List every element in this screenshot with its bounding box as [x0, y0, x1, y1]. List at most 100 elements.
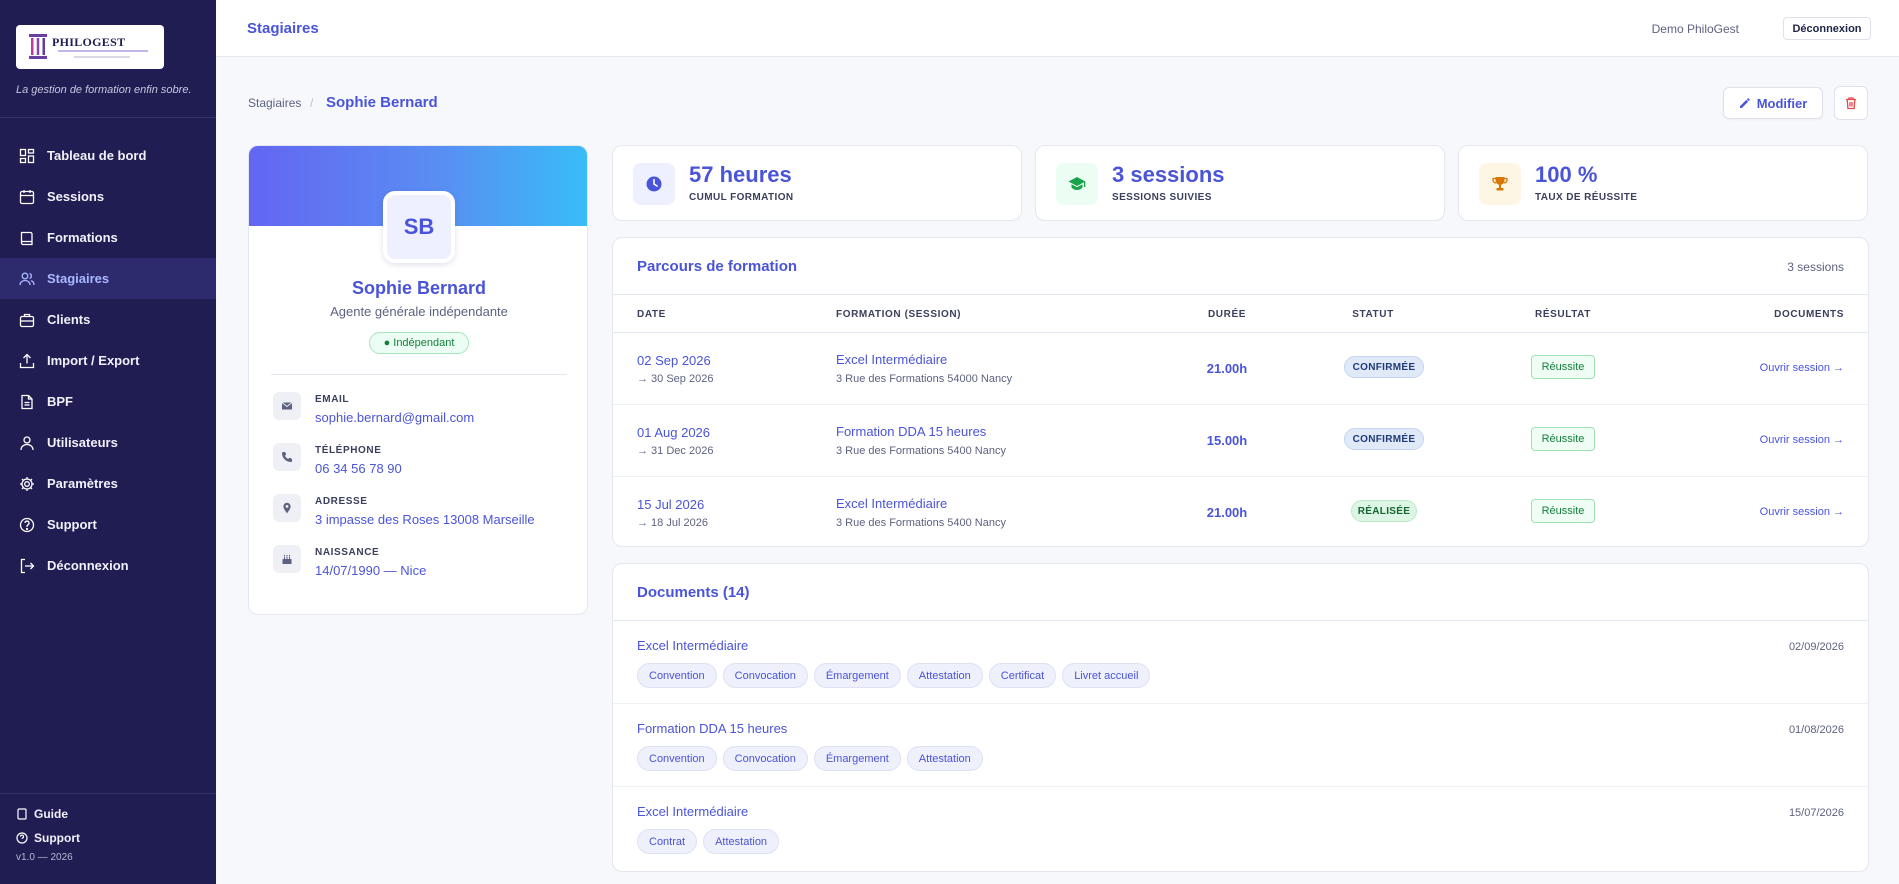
formation-address: 3 Rue des Formations 5400 Nancy	[836, 445, 1006, 457]
table-row: 02 Sep 2026 → 30 Sep 2026 Excel Interméd…	[613, 333, 1868, 405]
trophy-icon	[1479, 163, 1521, 205]
document-chip[interactable]: Contrat	[637, 829, 698, 854]
session-end-date: → 31 Dec 2026	[637, 445, 714, 457]
session-duration: 15.00h	[1206, 433, 1248, 448]
session-start-date: 15 Jul 2026	[637, 497, 705, 512]
pillar-logo-icon	[29, 34, 47, 59]
document-chip[interactable]: Attestation	[703, 829, 780, 854]
result-badge: Réussite	[1531, 499, 1595, 523]
guide-link[interactable]: Guide	[0, 802, 216, 826]
session-end-date: → 30 Sep 2026	[637, 373, 714, 385]
status-badge: ● Indépendant	[369, 332, 469, 354]
gear-icon	[20, 476, 34, 491]
sidebar-item-label: Paramètres	[47, 476, 118, 491]
book-icon	[17, 808, 27, 820]
stat-label: CUMUL FORMATION	[689, 192, 794, 203]
document-group: Excel Intermédiaire 15/07/2026 Contrat A…	[613, 787, 1868, 870]
document-chip[interactable]: Émargement	[813, 663, 901, 688]
formation-address: 3 Rue des Formations 5400 Nancy	[836, 517, 1006, 529]
logout-button[interactable]: Déconnexion	[1783, 17, 1871, 40]
sidebar: PHILOGEST La gestion de formation enfin …	[0, 0, 216, 884]
card-header: Documents (14)	[613, 564, 1868, 621]
profile-name: Sophie Bernard	[351, 278, 487, 298]
logo-subline-2	[74, 56, 130, 58]
book-icon	[20, 231, 33, 245]
open-session-link[interactable]: Ouvrir session →	[1760, 434, 1844, 446]
stat-value: 100 %	[1535, 162, 1598, 187]
email-value[interactable]: sophie.bernard@gmail.com	[315, 410, 474, 425]
sidebar-item-utilisateurs[interactable]: Utilisateurs	[0, 422, 216, 463]
calendar-icon	[19, 189, 35, 204]
phone-label: TÉLÉPHONE	[315, 445, 382, 456]
card-title: Documents (14)	[637, 584, 750, 601]
sidebar-item-clients[interactable]: Clients	[0, 299, 216, 340]
edit-button[interactable]: Modifier	[1723, 87, 1823, 119]
sidebar-divider	[0, 117, 216, 118]
sidebar-item-bpf[interactable]: BPF	[0, 381, 216, 422]
document-chip[interactable]: Certificat	[988, 663, 1057, 688]
logout-icon	[20, 558, 35, 573]
document-chip[interactable]: Convocation	[722, 663, 808, 688]
column-header-date: DATE	[637, 309, 666, 320]
sidebar-item-parametres[interactable]: Paramètres	[0, 463, 216, 504]
support-label: Support	[34, 831, 80, 845]
document-chip[interactable]: Convention	[637, 663, 717, 688]
session-start-date: 01 Aug 2026	[637, 425, 711, 440]
sidebar-footer: Guide Support v1.0 — 2026	[0, 793, 216, 863]
edit-label: Modifier	[1756, 95, 1808, 111]
stat-card-sessions: 3 sessions SESSIONS SUIVIES	[1035, 145, 1445, 221]
support-link[interactable]: Support	[0, 826, 216, 850]
session-start-date: 02 Sep 2026	[637, 353, 711, 368]
grid-icon	[19, 148, 35, 163]
stat-card-success: 100 % TAUX DE RÉUSSITE	[1458, 145, 1868, 221]
breadcrumb-separator: /	[310, 96, 314, 110]
birth-value: 14/07/1990 — Nice	[315, 563, 427, 578]
app-logo[interactable]: PHILOGEST	[16, 25, 164, 69]
formation-name[interactable]: Excel Intermédiaire	[836, 352, 947, 367]
column-header-result: RÉSULTAT	[1535, 309, 1591, 320]
sidebar-item-formations[interactable]: Formations	[0, 217, 216, 258]
help-icon	[16, 832, 28, 844]
guide-label: Guide	[34, 807, 69, 821]
status-badge: CONFIRMÉE	[1344, 428, 1424, 450]
open-session-link[interactable]: Ouvrir session →	[1760, 362, 1844, 374]
document-group-title[interactable]: Excel Intermédiaire	[637, 638, 748, 653]
graduation-cap-icon	[1056, 163, 1098, 205]
sidebar-item-stagiaires[interactable]: Stagiaires	[0, 258, 216, 299]
clock-icon	[633, 163, 675, 205]
document-chip[interactable]: Attestation	[906, 746, 983, 771]
phone-value[interactable]: 06 34 56 78 90	[315, 461, 402, 476]
delete-button[interactable]	[1834, 86, 1868, 120]
open-session-link[interactable]: Ouvrir session →	[1760, 506, 1844, 518]
column-header-duration: DURÉE	[1207, 309, 1246, 320]
profile-divider	[271, 374, 567, 375]
formation-name[interactable]: Formation DDA 15 heures	[836, 424, 986, 439]
breadcrumb-parent[interactable]: Stagiaires	[248, 96, 301, 110]
document-chips: Contrat Attestation	[637, 829, 780, 854]
sidebar-item-sessions[interactable]: Sessions	[0, 176, 216, 217]
document-group-title[interactable]: Formation DDA 15 heures	[637, 721, 787, 736]
session-end-date: → 18 Jul 2026	[637, 517, 708, 529]
page-title: Sophie Bernard	[326, 94, 438, 111]
sidebar-item-label: Sessions	[47, 189, 105, 204]
document-chip[interactable]: Convocation	[722, 746, 808, 771]
sidebar-item-deconnexion[interactable]: Déconnexion	[0, 545, 216, 586]
sidebar-item-import-export[interactable]: Import / Export	[0, 340, 216, 381]
document-group: Excel Intermédiaire 02/09/2026 Conventio…	[613, 621, 1868, 704]
stat-label: TAUX DE RÉUSSITE	[1535, 192, 1638, 203]
app-version: v1.0 — 2026	[16, 852, 73, 863]
document-chip[interactable]: Émargement	[813, 746, 901, 771]
sidebar-item-label: Clients	[47, 312, 91, 327]
sidebar-item-dashboard[interactable]: Tableau de bord	[0, 135, 216, 176]
formation-name[interactable]: Excel Intermédiaire	[836, 496, 947, 511]
sidebar-item-support[interactable]: Support	[0, 504, 216, 545]
briefcase-icon	[19, 313, 35, 327]
topbar: Stagiaires Demo PhiloGest Déconnexion	[216, 0, 1899, 57]
document-chip[interactable]: Livret accueil	[1062, 663, 1151, 688]
document-chip[interactable]: Attestation	[906, 663, 983, 688]
document-chip[interactable]: Convention	[637, 746, 717, 771]
document-group-title[interactable]: Excel Intermédiaire	[637, 804, 748, 819]
phone-icon	[273, 443, 301, 471]
help-icon	[19, 517, 35, 532]
users-icon	[19, 272, 35, 285]
